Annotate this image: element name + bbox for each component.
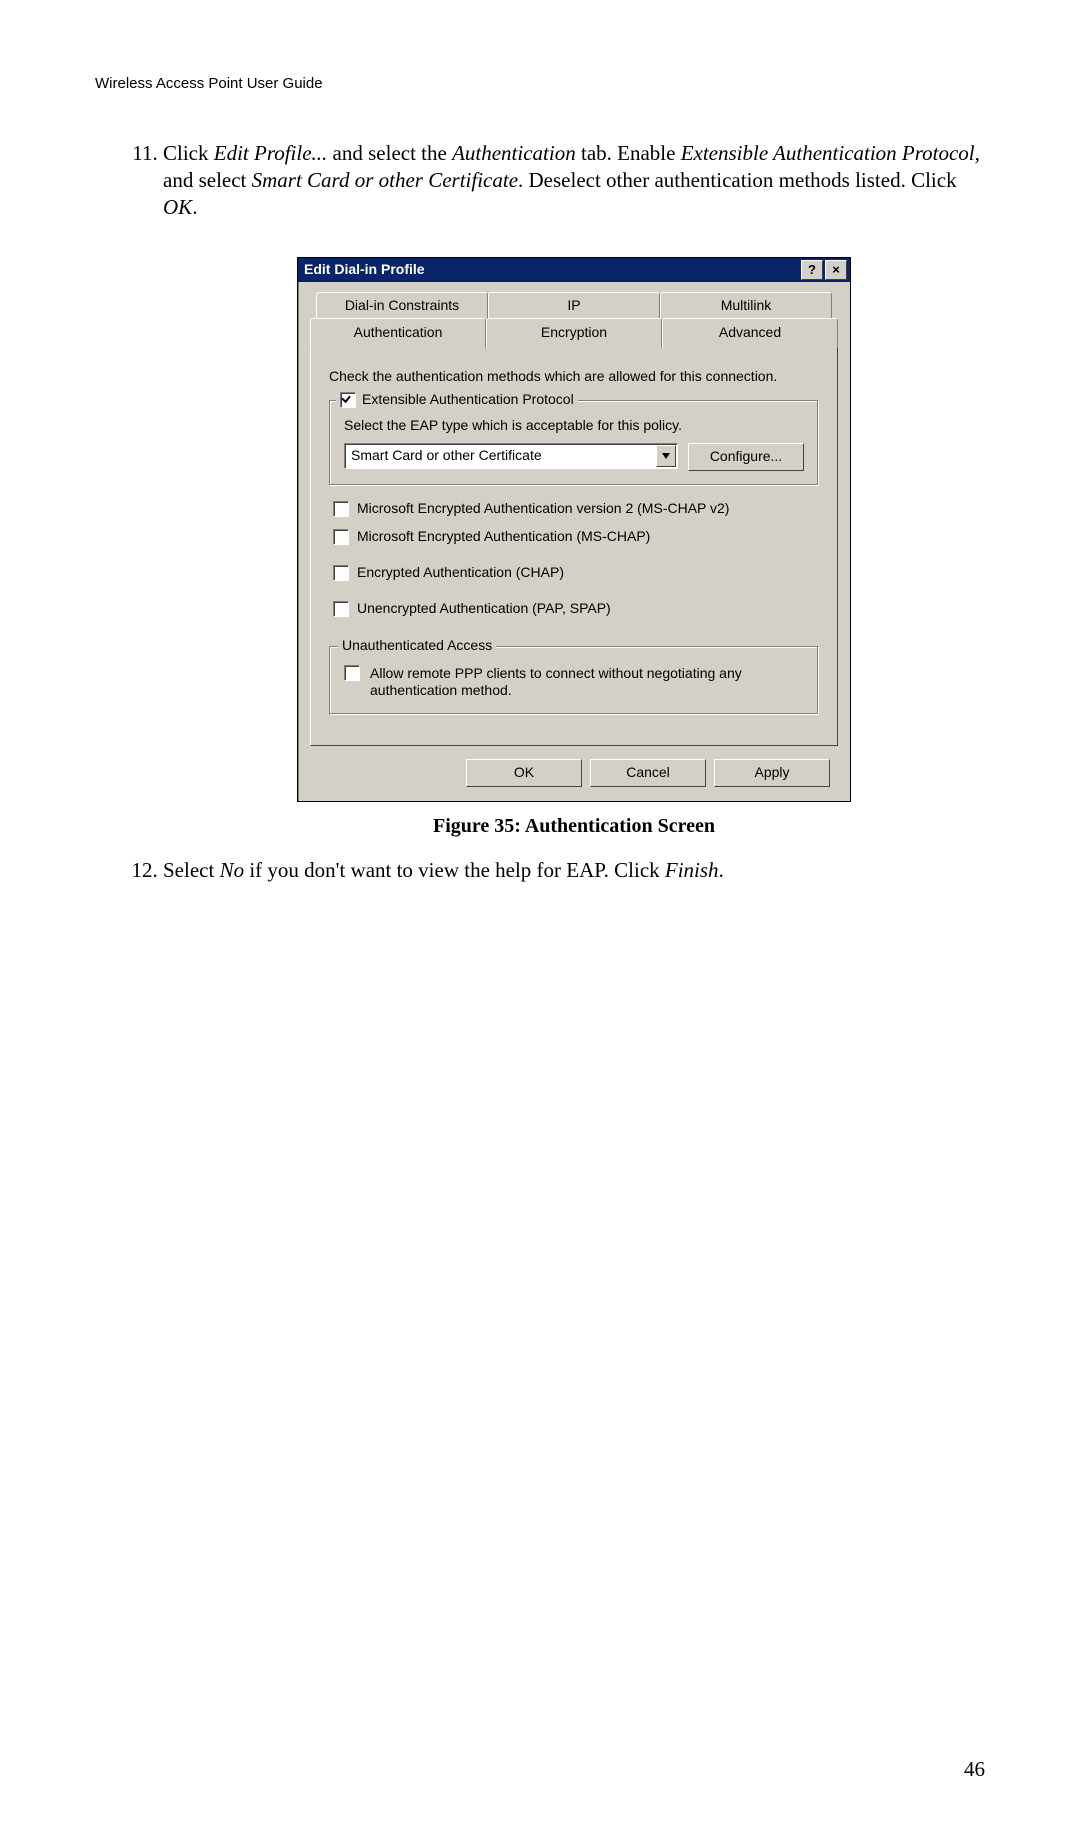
auth-method-label: Unencrypted Authentication (PAP, SPAP) [357,600,611,618]
dialog-button-row: OK Cancel Apply [310,747,838,787]
text: and select the [327,141,452,165]
text: tab. Enable [576,141,681,165]
text: . [719,858,724,882]
eap-type-select[interactable]: Smart Card or other Certificate [344,443,678,469]
unauthenticated-groupbox: Unauthenticated Access Allow remote PPP … [329,646,819,715]
tab-ip[interactable]: IP [488,292,660,320]
tab-advanced[interactable]: Advanced [662,318,838,349]
text-italic: Edit Profile... [214,141,328,165]
dialog-title: Edit Dial-in Profile [304,261,425,279]
text-italic: Authentication [452,141,576,165]
pap-spap-checkbox[interactable] [333,601,349,617]
dialog-titlebar: Edit Dial-in Profile ? × [298,258,850,282]
edit-dialin-profile-dialog: Edit Dial-in Profile ? × Dial-in Constra… [297,257,851,802]
auth-method-row: Microsoft Encrypted Authentication versi… [333,500,819,518]
figure-caption: Figure 35: Authentication Screen [163,814,985,840]
auth-method-label: Microsoft Encrypted Authentication versi… [357,500,729,518]
auth-method-label: Microsoft Encrypted Authentication (MS-C… [357,528,650,546]
running-header: Wireless Access Point User Guide [95,75,985,92]
auth-method-list: Microsoft Encrypted Authentication versi… [333,500,819,618]
auth-method-row: Unencrypted Authentication (PAP, SPAP) [333,600,819,618]
text-italic: Finish [665,858,719,882]
tab-multilink[interactable]: Multilink [660,292,832,320]
tab-panel-authentication: Check the authentication methods which a… [310,347,838,745]
text: . Deselect other authentication methods … [518,168,957,192]
tab-dialin-constraints[interactable]: Dial-in Constraints [316,292,488,320]
page-number: 46 [964,1757,985,1782]
tabs-front-row: Authentication Encryption Advanced [310,318,838,349]
eap-checkbox[interactable] [340,392,356,408]
auth-method-row: Microsoft Encrypted Authentication (MS-C… [333,528,819,546]
text: Select [163,858,220,882]
eap-subtext: Select the EAP type which is acceptable … [344,417,804,435]
list-item: Select No if you don't want to view the … [163,857,985,884]
text-italic: Extensible Authentication Protocol [681,141,975,165]
list-item: Click Edit Profile... and select the Aut… [163,140,985,839]
chevron-down-icon [656,445,676,467]
cancel-button[interactable]: Cancel [590,759,706,787]
tab-authentication[interactable]: Authentication [310,318,486,350]
eap-groupbox: Extensible Authentication Protocol Selec… [329,400,819,486]
unauth-message: Allow remote PPP clients to connect with… [370,665,804,700]
close-button[interactable]: × [825,260,847,280]
auth-method-row: Encrypted Authentication (CHAP) [333,564,819,582]
eap-group-label: Extensible Authentication Protocol [362,391,574,409]
tab-encryption[interactable]: Encryption [486,318,662,349]
ok-button[interactable]: OK [466,759,582,787]
mschap-checkbox[interactable] [333,529,349,545]
chap-checkbox[interactable] [333,565,349,581]
text: if you don't want to view the help for E… [244,858,665,882]
help-button[interactable]: ? [801,260,823,280]
text-italic: OK [163,195,192,219]
text: Click [163,141,214,165]
configure-button[interactable]: Configure... [688,443,804,471]
eap-select-value: Smart Card or other Certificate [351,447,542,465]
intro-text: Check the authentication methods which a… [329,368,819,386]
tabs-back-row: Dial-in Constraints IP Multilink [316,292,832,320]
text: . [192,195,197,219]
apply-button[interactable]: Apply [714,759,830,787]
text-italic: No [220,858,245,882]
unauth-title: Unauthenticated Access [342,637,492,655]
auth-method-label: Encrypted Authentication (CHAP) [357,564,564,582]
unauth-checkbox[interactable] [344,665,360,681]
text-italic: Smart Card or other Certificate [252,168,518,192]
mschapv2-checkbox[interactable] [333,501,349,517]
instruction-list: Click Edit Profile... and select the Aut… [95,140,985,884]
